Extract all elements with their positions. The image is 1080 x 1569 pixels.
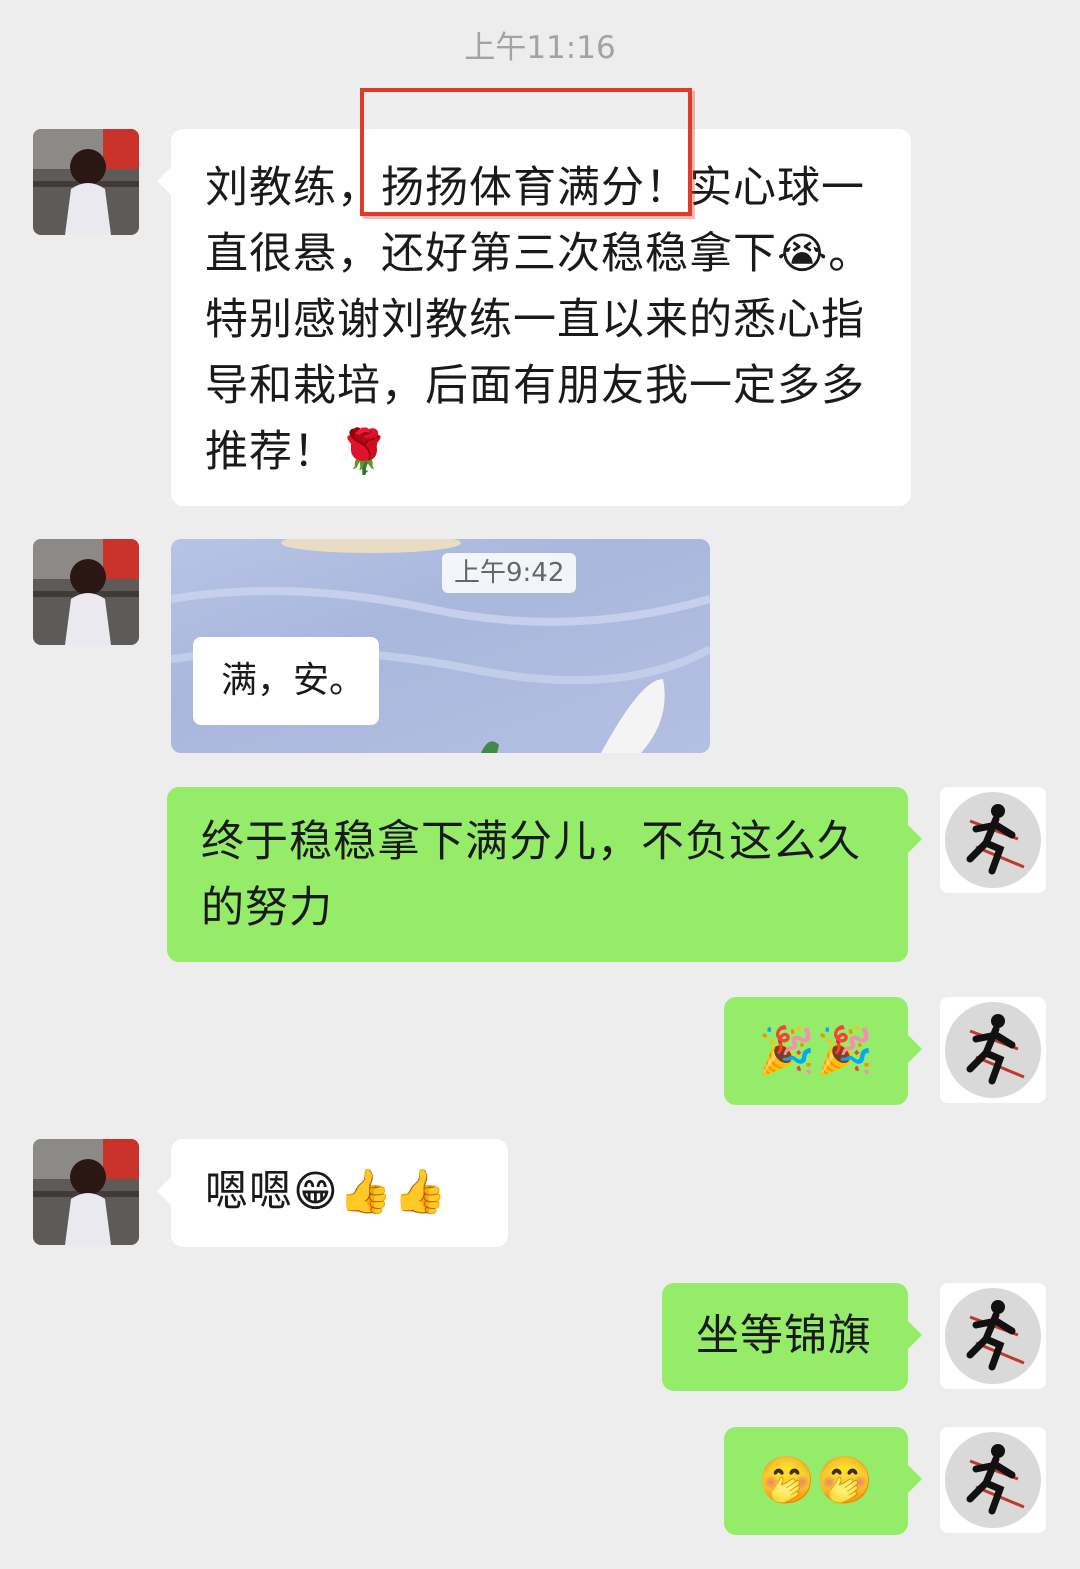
hand-over-mouth-emoji: 🤭🤭 bbox=[758, 1453, 875, 1507]
message-bubble-outgoing[interactable]: 🤭🤭 bbox=[724, 1427, 922, 1535]
my-avatar[interactable] bbox=[940, 1427, 1046, 1533]
party-popper-emoji: 🎉🎉 bbox=[758, 1023, 875, 1077]
message-bubble-incoming[interactable]: 嗯嗯😁👍👍 bbox=[157, 1139, 508, 1247]
contact-avatar[interactable] bbox=[33, 1139, 139, 1245]
message-bubble-outgoing[interactable]: 终于稳稳拿下满分儿，不负这么久的努力 bbox=[167, 787, 922, 962]
contact-avatar[interactable] bbox=[33, 539, 139, 645]
message-text: 终于稳稳拿下满分儿，不负这么久的努力 bbox=[201, 817, 861, 933]
my-avatar[interactable] bbox=[940, 787, 1046, 893]
chat-timestamp: 上午11:16 bbox=[464, 30, 616, 66]
my-avatar[interactable] bbox=[940, 997, 1046, 1103]
my-avatar[interactable] bbox=[940, 1283, 1046, 1389]
message-text: 坐等锦旗 bbox=[696, 1311, 872, 1361]
image-message[interactable]: 上午9:42 满，安。 bbox=[171, 539, 710, 753]
contact-avatar[interactable] bbox=[33, 129, 139, 235]
image-inner-timestamp: 上午9:42 bbox=[442, 553, 577, 593]
message-bubble-outgoing[interactable]: 坐等锦旗 bbox=[662, 1283, 922, 1391]
message-bubble-outgoing[interactable]: 🎉🎉 bbox=[724, 997, 922, 1105]
highlight-annotation bbox=[360, 88, 692, 216]
message-text: 嗯嗯😁👍👍 bbox=[205, 1167, 448, 1217]
image-inner-message: 满，安。 bbox=[193, 637, 379, 725]
